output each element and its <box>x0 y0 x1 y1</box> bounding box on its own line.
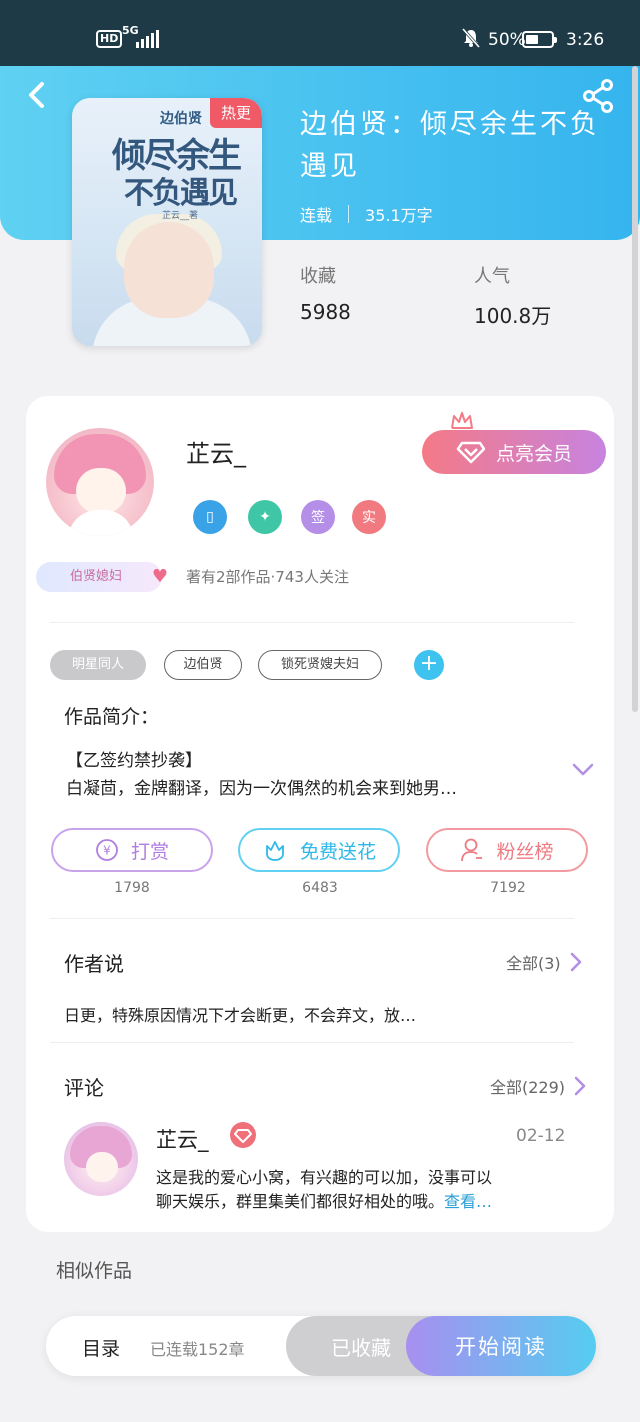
book-title: 边伯贤：倾尽余生不负遇见 <box>300 109 600 182</box>
vip-button-label: 点亮会员 <box>495 442 572 465</box>
scrollbar[interactable] <box>632 66 638 712</box>
flower-icon <box>266 841 284 861</box>
commenter-name[interactable]: 芷云_ <box>156 1124 209 1154</box>
chevron-right-icon <box>570 952 581 972</box>
similar-works-title: 相似作品 <box>56 1260 133 1282</box>
favorites-count: 5988 <box>300 300 351 324</box>
send-flower-label: 免费送花 <box>299 840 376 863</box>
book-cover[interactable]: 边伯贤 倾尽余生 不负遇见 芷云__著 热更 <box>72 98 262 346</box>
expand-chevron-down-icon[interactable] <box>570 756 596 782</box>
tag-baekhyun[interactable]: 边伯贤 <box>164 650 242 680</box>
clock: 3:26 <box>566 30 605 50</box>
back-button[interactable] <box>20 78 54 112</box>
book-status: 连载 <box>300 206 333 225</box>
collected-label: 已收藏 <box>331 1335 391 1360</box>
user-icon <box>461 838 483 862</box>
crown-icon <box>451 412 473 429</box>
comments-title: 评论 <box>64 1076 104 1100</box>
favorites-label: 收藏 <box>300 266 336 287</box>
comments-more-label: 全部(229) <box>490 1078 566 1097</box>
cover-small-title: 边伯贤 <box>160 111 202 127</box>
comments-more-link[interactable]: 全部(229) <box>490 1074 587 1098</box>
svg-text:¥: ¥ <box>103 844 111 858</box>
tip-label: 打赏 <box>130 840 169 863</box>
phone-medal-icon: ▯ <box>193 500 227 534</box>
diamond-icon <box>456 441 486 464</box>
fan-ranking-count: 7192 <box>490 880 526 896</box>
chevron-left-icon <box>29 82 44 108</box>
handshake-medal-icon: ✦ <box>248 500 282 534</box>
author-says-text[interactable]: 日更，特殊原因情况下才会断更，不会弃文，放… <box>64 1002 416 1026</box>
author-says-title: 作者说 <box>64 952 124 976</box>
vip-button[interactable]: 点亮会员 <box>422 430 606 474</box>
status-bar: HD 5G 50% 3:26 <box>0 0 640 66</box>
word-count: 35.1万字 <box>365 206 433 225</box>
intro-line2: 白凝茴，金牌翻译，因为一次偶然的机会来到她男… <box>66 779 457 799</box>
divider <box>50 1042 574 1043</box>
vip-diamond-icon <box>230 1122 256 1148</box>
mute-bell-icon <box>461 28 481 53</box>
author-name[interactable]: 芷云_ <box>186 434 246 469</box>
chapter-count[interactable]: 已连载152章 <box>150 1336 245 1360</box>
verified-medal-icon: 实 <box>352 500 386 534</box>
comment-text-line2: 聊天娱乐，群里集美们都很好相处的哦。查看… <box>156 1192 493 1211</box>
comment-date: 02-12 <box>516 1126 566 1146</box>
signed-medal-icon: 签 <box>301 500 335 534</box>
tip-button[interactable]: ¥ 打赏 <box>51 828 213 872</box>
commenter-avatar[interactable] <box>64 1122 138 1196</box>
yen-coin-icon: ¥ <box>96 839 118 861</box>
tag-celebrity-fanfic[interactable]: 明星同人 <box>50 650 146 680</box>
tag-couple[interactable]: 锁死贤嫂夫妇 <box>258 650 382 680</box>
cover-author: 芷云__著 <box>162 211 199 221</box>
table-of-contents-button[interactable]: 目录 <box>82 1334 120 1361</box>
tip-count: 1798 <box>114 880 150 896</box>
divider <box>50 622 574 623</box>
popularity-label: 人气 <box>474 266 510 287</box>
fan-ranking-button[interactable]: 粉丝榜 <box>426 828 588 872</box>
intro-line1: 【乙签约禁抄袭】 <box>66 751 202 771</box>
works-info: 著有2部作品·743人关注 <box>186 568 349 586</box>
chevron-right-icon <box>574 1076 586 1096</box>
popularity-count: 100.8万 <box>474 304 552 328</box>
author-avatar[interactable] <box>46 428 154 536</box>
hot-badge: 热更 <box>210 98 262 128</box>
fan-badge: 伯贤媳妇 ♥ <box>36 562 168 592</box>
signal-icon <box>136 30 159 48</box>
book-meta: 连载 35.1万字 <box>300 202 433 226</box>
fan-badge-label: 伯贤媳妇 <box>70 569 123 584</box>
battery-icon <box>522 31 557 48</box>
intro-label: 作品简介： <box>64 706 160 728</box>
meta-divider <box>348 205 350 223</box>
comment-view-more-link[interactable]: 查看… <box>444 1192 492 1211</box>
divider <box>50 918 574 919</box>
author-says-more-label: 全部(3) <box>506 954 561 973</box>
fan-ranking-label: 粉丝榜 <box>496 840 554 863</box>
comment-text-line1: 这是我的爱心小窝，有兴趣的可以加，没事可以 <box>156 1168 493 1187</box>
heart-icon: ♥ <box>151 566 168 587</box>
add-tag-button[interactable]: + <box>414 650 444 680</box>
flower-count: 6483 <box>302 880 338 896</box>
start-reading-label: 开始阅读 <box>455 1335 547 1359</box>
author-says-more-link[interactable]: 全部(3) <box>506 950 583 974</box>
start-reading-button[interactable]: 开始阅读 <box>406 1316 596 1376</box>
cover-title-line2: 不负遇见 <box>124 176 238 211</box>
battery-percent: 50% <box>488 30 526 50</box>
send-flower-button[interactable]: 免费送花 <box>238 828 400 872</box>
network-type: HD <box>96 30 123 48</box>
